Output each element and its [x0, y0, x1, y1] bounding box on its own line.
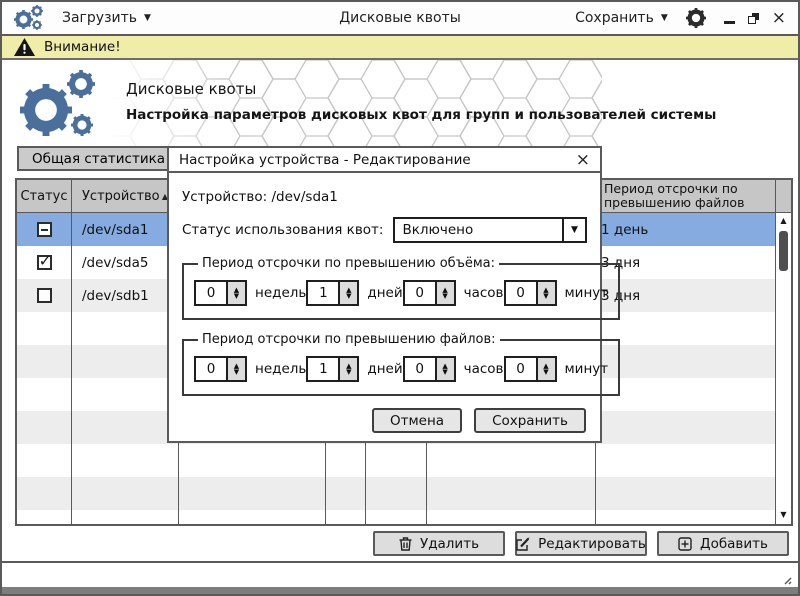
- unit-label: дней: [367, 285, 403, 301]
- quota-status-label: Статус использования квот:: [182, 222, 384, 238]
- cancel-button[interactable]: Отмена: [371, 408, 463, 433]
- add-button[interactable]: Добавить: [657, 531, 789, 556]
- file-grace-cell: 1 день: [596, 213, 779, 246]
- unit-label: минут: [564, 361, 609, 377]
- scrollbar-thumb[interactable]: [778, 231, 788, 271]
- file-grace-cell: 3 дня: [596, 246, 779, 279]
- column-header-device[interactable]: Устройство ▲: [72, 180, 179, 212]
- files-grace-group: Период отсрочки по превышению файлов: 0 ▲…: [182, 332, 621, 396]
- dialog-title-bar: Настройка устройства - Редактирование ×: [169, 148, 600, 173]
- dialog-title: Настройка устройства - Редактирование: [179, 151, 471, 168]
- hours-input[interactable]: 0: [402, 280, 437, 306]
- device-cell: /dev/sda1: [72, 213, 179, 246]
- unit-label: недель: [255, 361, 307, 377]
- minimize-icon: [723, 20, 735, 24]
- weeks-input[interactable]: 0: [194, 356, 228, 382]
- spinner-arrows-icon[interactable]: ▲ ▼: [537, 356, 557, 382]
- spinner-arrows-icon[interactable]: ▲ ▼: [228, 280, 247, 306]
- empty-table-row: [17, 510, 791, 524]
- weeks-input[interactable]: 0: [194, 280, 228, 306]
- empty-table-row: [17, 477, 791, 510]
- spinner-arrows-icon[interactable]: ▲ ▼: [340, 280, 360, 306]
- save-button[interactable]: Сохранить: [474, 408, 586, 433]
- load-menu[interactable]: Загрузить ▼: [62, 10, 151, 26]
- unit-label: минут: [564, 285, 609, 301]
- scroll-up-icon[interactable]: ▲: [776, 213, 791, 228]
- settings-gear-icon[interactable]: [686, 8, 706, 28]
- volume-grace-group: Период отсрочки по превышению объёма: 0 ▲…: [182, 256, 621, 320]
- vertical-scrollbar[interactable]: ▲ ▼: [775, 180, 791, 524]
- minimize-button[interactable]: [723, 9, 735, 28]
- table-actions: Удалить Редактировать Добавить: [373, 531, 789, 556]
- page-title: Дисковые квоты: [126, 80, 257, 98]
- unit-label: недель: [255, 285, 307, 301]
- title-bar: Дисковые квоты Загрузить ▼ Сохранить ▼ ×: [2, 2, 798, 36]
- chevron-down-icon: ▼: [144, 13, 151, 23]
- column-header-status[interactable]: Статус: [17, 180, 72, 212]
- warning-banner: Внимание!: [2, 36, 798, 60]
- file-grace-cell: 3 дня: [596, 279, 779, 312]
- dialog-device-line: Устройство: /dev/sda1: [182, 189, 338, 205]
- minutes-input[interactable]: 0: [503, 356, 538, 382]
- days-input[interactable]: 1: [306, 280, 341, 306]
- resize-grip-icon[interactable]: [779, 572, 792, 585]
- spinner-arrows-icon[interactable]: ▲ ▼: [436, 356, 456, 382]
- volume-grace-legend: Период отсрочки по превышению объёма:: [202, 256, 496, 271]
- load-menu-label: Загрузить: [62, 10, 138, 26]
- app-gears-icon: [14, 4, 46, 32]
- status-bar: [2, 561, 798, 594]
- edit-pencil-icon: [516, 536, 530, 551]
- delete-button[interactable]: Удалить: [373, 531, 505, 556]
- warning-icon: [14, 38, 35, 56]
- app-window: Дисковые квоты Загрузить ▼ Сохранить ▼ ×…: [0, 0, 800, 596]
- page-header: Дисковые квоты Настройка параметров диск…: [20, 70, 716, 142]
- trash-icon: [399, 536, 412, 551]
- unit-label: часов: [463, 285, 504, 301]
- files-grace-legend: Период отсрочки по превышению файлов:: [202, 332, 496, 347]
- minutes-input[interactable]: 0: [503, 280, 538, 306]
- spinner-arrows-icon[interactable]: ▲ ▼: [436, 280, 456, 306]
- device-cell: /dev/sda5: [72, 246, 179, 279]
- unit-label: часов: [463, 361, 504, 377]
- delete-label: Удалить: [419, 535, 480, 552]
- spinner-arrows-icon[interactable]: ▲ ▼: [537, 280, 557, 306]
- hours-input[interactable]: 0: [402, 356, 437, 382]
- save-menu[interactable]: Сохранить ▼: [575, 10, 668, 26]
- device-cell: /dev/sdb1: [72, 279, 179, 312]
- checkbox-unchecked[interactable]: [36, 288, 52, 303]
- plus-icon: [678, 536, 692, 551]
- maximize-button[interactable]: [747, 12, 759, 24]
- select-dropdown-icon[interactable]: ▼: [562, 219, 585, 241]
- main-content: Дисковые квоты Настройка параметров диск…: [2, 60, 798, 561]
- save-menu-label: Сохранить: [575, 10, 654, 26]
- days-input[interactable]: 1: [306, 356, 341, 382]
- spinner-arrows-icon[interactable]: ▲ ▼: [340, 356, 360, 382]
- tab-general-statistics[interactable]: Общая статистика: [17, 146, 181, 171]
- tab-label: Общая статистика: [32, 150, 166, 167]
- spinner-arrows-icon[interactable]: ▲ ▼: [228, 356, 247, 382]
- gears-illustration-icon: [20, 70, 108, 142]
- checkbox-checked[interactable]: [36, 251, 52, 270]
- dialog-close-icon[interactable]: ×: [576, 151, 590, 168]
- add-label: Добавить: [700, 535, 768, 552]
- checkbox-indeterminate[interactable]: [36, 222, 52, 237]
- empty-table-row: [17, 444, 791, 477]
- scroll-down-icon[interactable]: ▼: [776, 507, 791, 522]
- chevron-down-icon: ▼: [660, 13, 668, 23]
- warning-text: Внимание!: [44, 39, 121, 55]
- close-button[interactable]: ×: [772, 9, 786, 26]
- column-header-file-grace[interactable]: Период отсрочки по превышению файлов: [596, 180, 779, 212]
- quota-status-select[interactable]: Включено ▼: [393, 217, 587, 243]
- unit-label: дней: [367, 361, 403, 377]
- edit-button[interactable]: Редактировать: [515, 531, 647, 556]
- quota-status-value: Включено: [402, 222, 474, 238]
- page-subtitle: Настройка параметров дисковых квот для г…: [126, 107, 717, 123]
- device-settings-dialog: Настройка устройства - Редактирование × …: [167, 146, 621, 443]
- edit-label: Редактировать: [538, 535, 646, 552]
